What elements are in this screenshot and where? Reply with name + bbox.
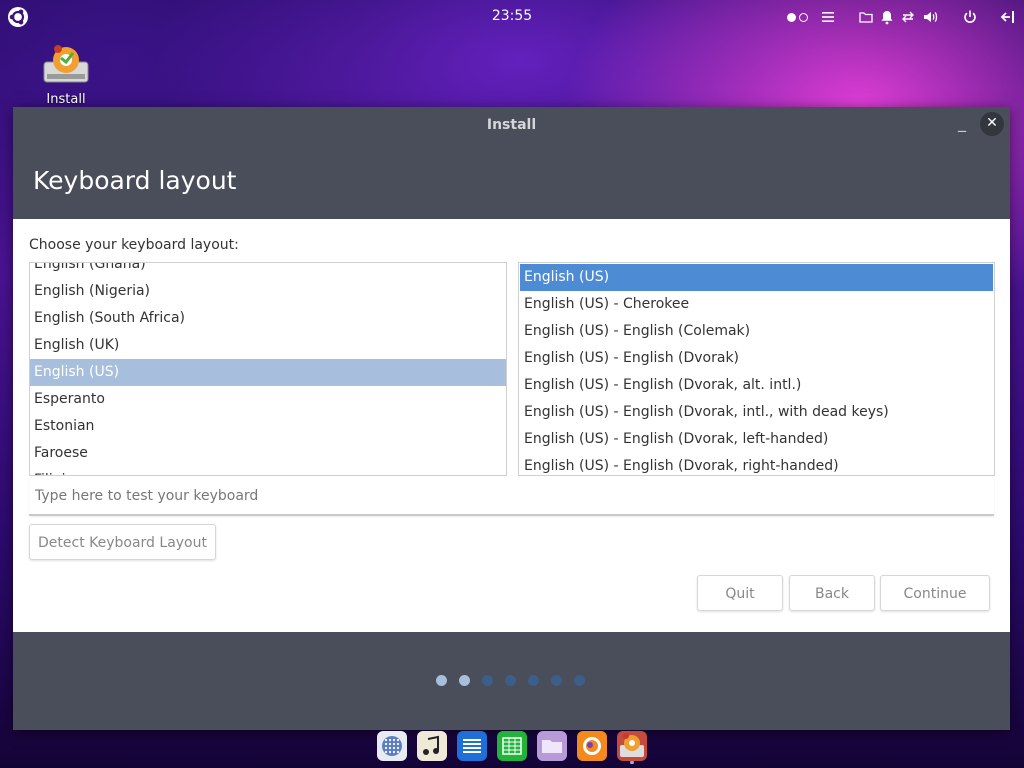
layout-list-item[interactable]: Faroese	[30, 440, 506, 467]
variant-list-item[interactable]: English (US) - English (Colemak)	[520, 318, 993, 345]
variant-list[interactable]: English (US) English (US) - Cherokee Engli…	[518, 262, 995, 476]
layout-list-item[interactable]: English (South Africa)	[30, 305, 506, 332]
logout-icon[interactable]	[1000, 9, 1016, 25]
keyboard-test-input[interactable]	[29, 478, 994, 516]
continue-button[interactable]: Continue	[880, 575, 990, 611]
folder-icon[interactable]	[858, 9, 874, 25]
progress-step-dot	[482, 675, 493, 686]
titlebar[interactable]: Install _ ✕	[13, 107, 1010, 143]
workspace-indicator-icon[interactable]	[787, 12, 808, 22]
power-icon[interactable]	[962, 9, 978, 25]
window-title: Install	[486, 117, 537, 133]
menu-icon[interactable]	[820, 9, 836, 25]
layout-list-item[interactable]: Esperanto	[30, 386, 506, 413]
network-icon[interactable]	[900, 9, 916, 25]
progress-footer	[13, 632, 1010, 730]
progress-step-dot	[459, 675, 470, 686]
page-title: Keyboard layout	[33, 166, 237, 195]
quit-button[interactable]: Quit	[697, 575, 783, 611]
progress-step-dot	[574, 675, 585, 686]
running-indicator	[630, 761, 634, 764]
files-icon[interactable]	[537, 731, 567, 761]
desktop-icon-label: Install	[46, 92, 86, 107]
spreadsheet-icon[interactable]	[497, 731, 527, 761]
app-grid-icon[interactable]	[377, 731, 407, 761]
step-progress	[436, 675, 585, 686]
variant-list-item[interactable]: English (US) - English (Dvorak)	[520, 345, 993, 372]
detect-keyboard-layout-button[interactable]: Detect Keyboard Layout	[29, 524, 216, 560]
variant-list-item[interactable]: English (US) - Cherokee	[520, 291, 993, 318]
music-icon[interactable]	[417, 731, 447, 761]
layout-list-item[interactable]: English (Ghana)	[30, 263, 506, 278]
installer-icon	[43, 45, 89, 83]
variant-list-item[interactable]: English (US) - English (Dvorak, left-han…	[520, 426, 993, 453]
back-button[interactable]: Back	[789, 575, 875, 611]
content-area: Choose your keyboard layout: English (Gh…	[13, 219, 1010, 632]
progress-step-dot	[436, 675, 447, 686]
layout-list-item[interactable]: English (Nigeria)	[30, 278, 506, 305]
variant-list-item[interactable]: English (US)	[520, 264, 993, 291]
layout-prompt: Choose your keyboard layout:	[29, 237, 239, 253]
layout-list-item[interactable]: Filipino	[30, 467, 506, 475]
layout-list-item[interactable]: English (US)	[30, 359, 506, 386]
desktop-install-shortcut[interactable]: Install	[33, 42, 99, 107]
close-button[interactable]: ✕	[980, 112, 1004, 136]
system-tray	[787, 6, 1016, 28]
install-window: Install _ ✕ Keyboard layout Choose your …	[13, 107, 1010, 730]
progress-step-dot	[528, 675, 539, 686]
layout-list[interactable]: English (Ghana) English (Nigeria) English …	[29, 262, 507, 476]
page-header: Keyboard layout	[13, 143, 1010, 219]
variant-list-item[interactable]: English (US) - English (Dvorak, intl., w…	[520, 399, 993, 426]
bell-icon[interactable]	[880, 9, 894, 25]
volume-icon[interactable]	[922, 9, 940, 25]
variant-list-item[interactable]: English (US) - English (Dvorak, right-ha…	[520, 453, 993, 475]
progress-step-dot	[505, 675, 516, 686]
layout-list-item[interactable]: Estonian	[30, 413, 506, 440]
variant-list-item[interactable]: English (US) - English (Dvorak, alt. int…	[520, 372, 993, 399]
layout-list-item[interactable]: English (UK)	[30, 332, 506, 359]
top-panel: 23:55	[0, 0, 1024, 34]
progress-step-dot	[551, 675, 562, 686]
firefox-icon[interactable]	[577, 731, 607, 761]
dock	[377, 731, 647, 764]
minimize-button[interactable]: _	[955, 113, 969, 133]
installer-icon[interactable]	[617, 731, 647, 764]
text-editor-icon[interactable]	[457, 731, 487, 761]
